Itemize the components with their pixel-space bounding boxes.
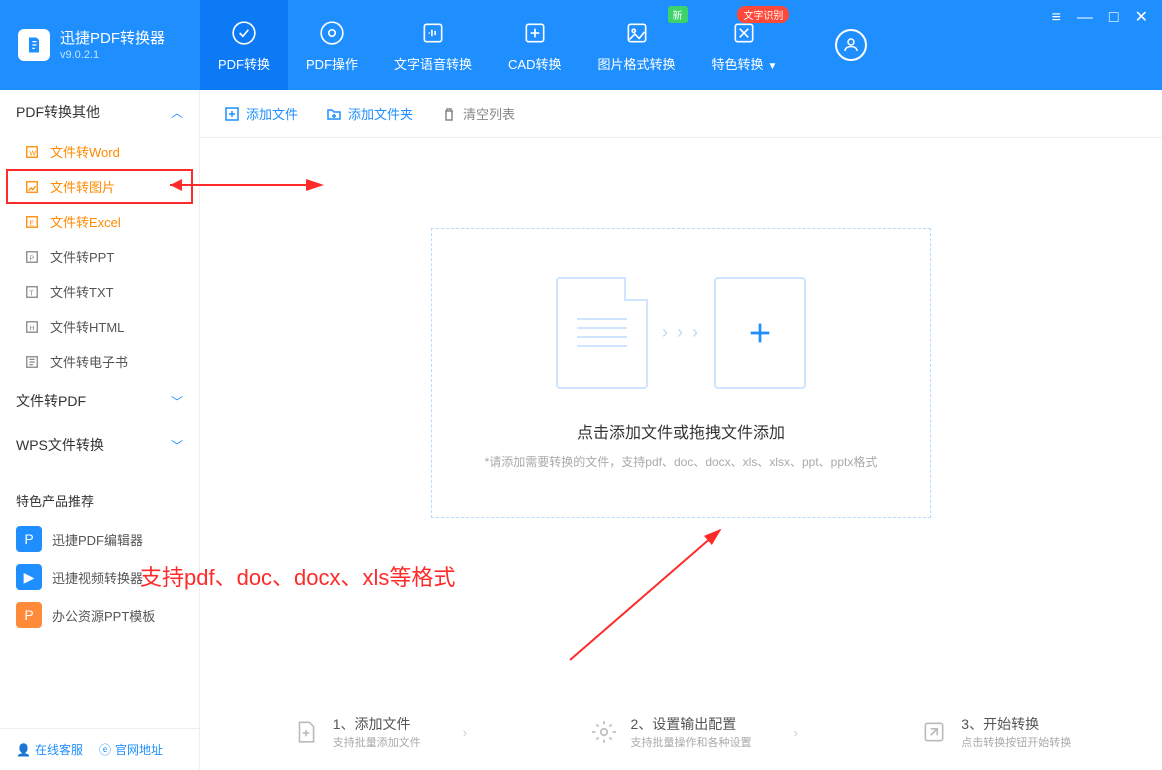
svg-text:P: P <box>29 255 34 262</box>
sidebar-group-pdf-to-other[interactable]: PDF转换其他 ︿ <box>0 90 199 134</box>
chevron-down-icon: ﹀ <box>171 393 183 410</box>
ocr-badge: 文字识别 <box>737 6 789 23</box>
tab-text-voice[interactable]: 文字语音转换 <box>376 0 490 90</box>
tab-label: 特色转换 <box>712 57 764 72</box>
promo-pdf-editor[interactable]: P迅捷PDF编辑器 <box>0 520 199 558</box>
tab-special[interactable]: 文字识别 特色转换 ▼ <box>694 0 796 90</box>
tab-label: PDF操作 <box>306 54 358 73</box>
sidebar-group-to-pdf[interactable]: 文件转PDF ﹀ <box>0 379 199 423</box>
sidebar-item-to-excel[interactable]: E文件转Excel <box>0 204 199 239</box>
step-2: 2、设置输出配置支持批量操作和各种设置 › <box>589 714 798 750</box>
promo-ppt-template[interactable]: P办公资源PPT模板 <box>0 596 199 634</box>
steps-bar: 1、添加文件支持批量添加文件 › 2、设置输出配置支持批量操作和各种设置 › 3… <box>200 714 1162 750</box>
header: 迅捷PDF转换器 v9.0.2.1 PDF转换 PDF操作 文字语音转换 CAD… <box>0 0 1162 90</box>
step-1: 1、添加文件支持批量添加文件 › <box>291 714 467 750</box>
dropzone-hint: *请添加需要转换的文件，支持pdf、doc、docx、xls、xlsx、ppt、… <box>485 453 878 470</box>
app-logo-icon <box>18 29 50 61</box>
sidebar-item-to-ppt[interactable]: P文件转PPT <box>0 239 199 274</box>
tab-label: 图片格式转换 <box>598 54 676 73</box>
txt-icon: T <box>24 284 40 300</box>
new-badge: 新 <box>668 6 688 23</box>
excel-icon: E <box>24 214 40 230</box>
add-file-button[interactable]: 添加文件 <box>224 104 298 123</box>
promo-icon: P <box>16 526 42 552</box>
sidebar-footer: 👤在线客服 ⓔ官网地址 <box>0 728 199 770</box>
convert-start-icon <box>919 717 949 747</box>
group-label: WPS文件转换 <box>16 435 104 455</box>
toolbar: 添加文件 添加文件夹 清空列表 <box>200 90 1162 138</box>
chevron-up-icon: ︿ <box>171 104 183 121</box>
app-version: v9.0.2.1 <box>60 49 165 61</box>
promo-icon: P <box>16 602 42 628</box>
tab-image-format[interactable]: 新 图片格式转换 <box>580 0 694 90</box>
menu-icon[interactable]: ≡ <box>1052 10 1061 26</box>
step-3: 3、开始转换点击转换按钮开始转换 <box>919 714 1071 750</box>
tab-pdf-operate[interactable]: PDF操作 <box>288 0 376 90</box>
main-panel: 添加文件 添加文件夹 清空列表 › › › 点击添加文件或拖拽文件添加 *请添加… <box>200 90 1162 770</box>
sidebar-item-to-txt[interactable]: T文件转TXT <box>0 274 199 309</box>
gear-icon <box>319 18 345 48</box>
svg-text:E: E <box>29 220 34 227</box>
online-service-link[interactable]: 👤在线客服 <box>16 741 83 758</box>
window-controls: ≡ — □ ✕ <box>1052 0 1162 90</box>
clear-list-button[interactable]: 清空列表 <box>441 104 515 123</box>
annotation-arrow-2 <box>560 520 740 670</box>
tab-label: CAD转换 <box>508 54 561 73</box>
chevron-right-icon: › <box>463 725 467 740</box>
chevron-right-icon: › <box>794 725 798 740</box>
tab-label: 文字语音转换 <box>394 54 472 73</box>
html-icon: H <box>24 319 40 335</box>
tab-pdf-convert[interactable]: PDF转换 <box>200 0 288 90</box>
close-button[interactable]: ✕ <box>1135 10 1148 26</box>
logo-area: 迅捷PDF转换器 v9.0.2.1 <box>0 0 200 90</box>
official-site-link[interactable]: ⓔ官网地址 <box>99 741 163 758</box>
annotation-arrow-1 <box>160 170 330 200</box>
voice-icon <box>420 18 446 48</box>
tab-label: PDF转换 <box>218 54 270 73</box>
tab-cad[interactable]: CAD转换 <box>490 0 579 90</box>
add-folder-button[interactable]: 添加文件夹 <box>326 104 413 123</box>
dropzone-title: 点击添加文件或拖拽文件添加 <box>577 419 785 443</box>
image-file-icon <box>24 179 40 195</box>
cad-icon <box>522 18 548 48</box>
svg-text:H: H <box>29 325 34 332</box>
dropzone-illustration: › › › <box>556 277 806 389</box>
user-icon[interactable] <box>835 29 867 61</box>
add-box-icon <box>714 277 806 389</box>
minimize-button[interactable]: — <box>1077 10 1093 26</box>
ppt-icon: P <box>24 249 40 265</box>
dropzone[interactable]: › › › 点击添加文件或拖拽文件添加 *请添加需要转换的文件，支持pdf、do… <box>431 228 931 518</box>
chevron-down-icon: ▼ <box>768 61 778 72</box>
main-tabs: PDF转换 PDF操作 文字语音转换 CAD转换 新 图片格式转换 文字识别 特… <box>200 0 795 90</box>
svg-text:W: W <box>29 150 36 157</box>
group-label: 文件转PDF <box>16 391 86 411</box>
promo-title: 特色产品推荐 <box>0 467 199 520</box>
chevron-down-icon: ﹀ <box>171 437 183 454</box>
convert-icon <box>231 18 257 48</box>
person-icon: 👤 <box>16 743 31 757</box>
sidebar-group-wps[interactable]: WPS文件转换 ﹀ <box>0 423 199 467</box>
arrows-icon: › › › <box>662 322 700 343</box>
svg-text:T: T <box>29 290 34 297</box>
word-icon: W <box>24 144 40 160</box>
settings-icon <box>589 717 619 747</box>
sidebar-item-to-html[interactable]: H文件转HTML <box>0 309 199 344</box>
promo-icon: ▶ <box>16 564 42 590</box>
sidebar-item-to-ebook[interactable]: 文件转电子书 <box>0 344 199 379</box>
image-icon <box>624 18 650 48</box>
group-label: PDF转换其他 <box>16 102 100 122</box>
document-icon <box>556 277 648 389</box>
maximize-button[interactable]: □ <box>1109 10 1119 26</box>
app-name: 迅捷PDF转换器 <box>60 29 165 49</box>
add-file-icon <box>291 717 321 747</box>
annotation-text: 支持pdf、doc、docx、xls等格式 <box>140 560 455 592</box>
ebook-icon <box>24 354 40 370</box>
ie-icon: ⓔ <box>99 741 111 758</box>
sidebar-item-to-word[interactable]: W文件转Word <box>0 134 199 169</box>
